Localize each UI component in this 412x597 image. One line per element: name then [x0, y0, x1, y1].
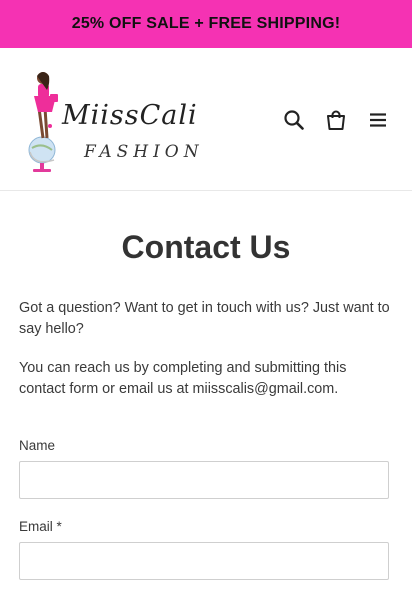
- email-label: Email *: [19, 519, 62, 534]
- name-field[interactable]: [19, 461, 389, 499]
- intro-text: Got a question? Want to get in touch wit…: [19, 300, 390, 337]
- main-content: Contact Us Got a question? Want to get i…: [0, 191, 412, 580]
- announcement-text: 25% OFF SALE + FREE SHIPPING!: [71, 15, 341, 32]
- cart-icon[interactable]: [324, 108, 348, 132]
- page-title: Contact Us: [121, 229, 291, 265]
- logo-text-primary: MiissCali: [62, 100, 198, 131]
- name-label: Name: [19, 438, 56, 453]
- logo[interactable]: MiissCali FASHION: [24, 70, 224, 174]
- logo-figure-icon: [28, 72, 58, 172]
- search-icon[interactable]: [282, 108, 306, 132]
- menu-icon[interactable]: [366, 108, 390, 132]
- header-icons: [282, 108, 390, 132]
- site-header: MiissCali FASHION: [0, 48, 412, 191]
- logo-text-secondary: FASHION: [84, 142, 204, 162]
- announcement-bar: 25% OFF SALE + FREE SHIPPING!: [0, 0, 412, 48]
- reach-text: You can reach us by completing and submi…: [19, 360, 347, 397]
- email-field[interactable]: [19, 542, 389, 580]
